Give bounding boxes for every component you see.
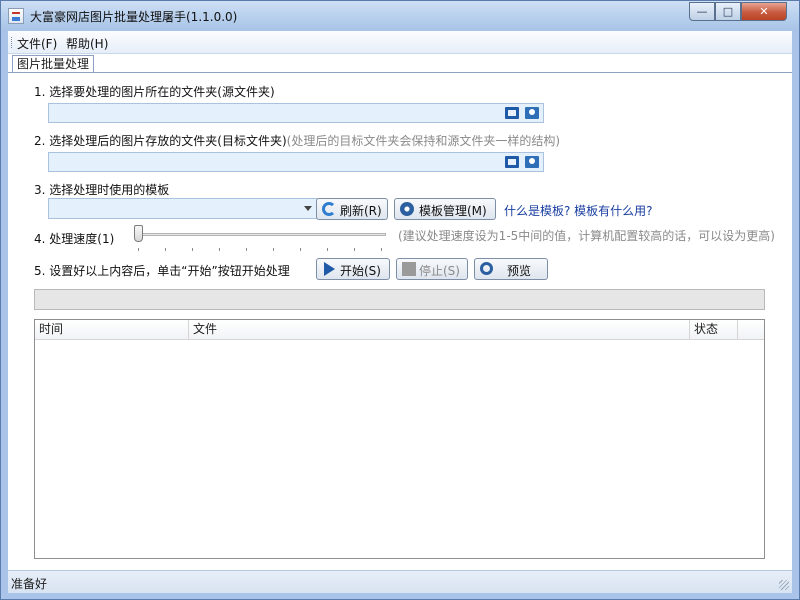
start-button-label: 开始(S) bbox=[340, 264, 381, 278]
step2-title: 2. 选择处理后的图片存放的文件夹(目标文件夹) bbox=[34, 134, 287, 148]
column-header-time[interactable]: 时间 bbox=[35, 320, 189, 339]
app-icon bbox=[8, 8, 24, 24]
magnifier-icon bbox=[480, 262, 493, 275]
chevron-down-icon[interactable] bbox=[304, 206, 312, 211]
column-header-file[interactable]: 文件 bbox=[189, 320, 690, 339]
stop-button[interactable]: 停止(S) bbox=[396, 258, 468, 280]
slider-tick bbox=[300, 248, 301, 251]
status-bar: 准备好 bbox=[8, 570, 792, 593]
step2-hint: (处理后的目标文件夹会保持和源文件夹一样的结构) bbox=[286, 134, 561, 148]
close-button[interactable]: ✕ bbox=[741, 2, 787, 21]
refresh-icon bbox=[322, 202, 336, 216]
menu-help[interactable]: 帮助(H) bbox=[66, 35, 108, 52]
minimize-button[interactable]: — bbox=[689, 2, 715, 21]
source-folder-input[interactable] bbox=[48, 103, 544, 123]
client-area: 文件(F) 帮助(H) 图片批量处理 1. 选择要处理的图片所在的文件夹(源文件… bbox=[8, 31, 792, 593]
preview-button-label: 预览 bbox=[507, 264, 532, 278]
start-button[interactable]: 开始(S) bbox=[316, 258, 390, 280]
target-folder-input[interactable] bbox=[48, 152, 544, 172]
tab-divider bbox=[8, 72, 792, 73]
folder-open-icon[interactable] bbox=[505, 156, 519, 168]
slider-tick bbox=[381, 248, 382, 251]
preview-button[interactable]: 预览 bbox=[474, 258, 548, 280]
progress-bar bbox=[34, 289, 765, 310]
window-title: 大富豪网店图片批量处理屠手(1.1.0.0) bbox=[30, 10, 238, 24]
menu-bar: 文件(F) 帮助(H) bbox=[8, 31, 792, 54]
step2-label: 2. 选择处理后的图片存放的文件夹(目标文件夹)(处理后的目标文件夹会保持和源文… bbox=[34, 132, 560, 149]
folder-browse-icon[interactable] bbox=[525, 156, 539, 168]
refresh-button-label: 刷新(R) bbox=[340, 204, 382, 218]
folder-browse-icon[interactable] bbox=[525, 107, 539, 119]
menu-file[interactable]: 文件(F) bbox=[17, 35, 57, 52]
gear-icon bbox=[400, 202, 414, 216]
speed-slider-track[interactable] bbox=[138, 233, 386, 236]
step4-label: 4. 处理速度(1) bbox=[34, 232, 115, 246]
maximize-button[interactable]: □ bbox=[715, 2, 741, 21]
menu-grip bbox=[11, 37, 14, 48]
log-table[interactable]: 时间 文件 状态 bbox=[34, 319, 765, 559]
folder-open-icon[interactable] bbox=[505, 107, 519, 119]
slider-tick bbox=[273, 248, 274, 251]
slider-tick bbox=[246, 248, 247, 251]
title-bar[interactable]: 大富豪网店图片批量处理屠手(1.1.0.0) — □ ✕ bbox=[1, 1, 799, 31]
step5-label: 5. 设置好以上内容后，单击“开始”按钮开始处理 bbox=[34, 264, 290, 278]
template-help-link[interactable]: 什么是模板? 模板有什么用? bbox=[504, 202, 653, 219]
stop-icon bbox=[402, 262, 416, 276]
speed-slider-thumb[interactable] bbox=[134, 225, 143, 242]
speed-hint: (建议处理速度设为1-5中间的值，计算机配置较高的话，可以设为更高) bbox=[398, 229, 775, 243]
step1-label: 1. 选择要处理的图片所在的文件夹(源文件夹) bbox=[34, 85, 275, 99]
slider-tick bbox=[327, 248, 328, 251]
template-manage-label: 模板管理(M) bbox=[419, 204, 487, 218]
refresh-button[interactable]: 刷新(R) bbox=[316, 198, 388, 220]
slider-tick bbox=[138, 248, 139, 251]
step3-label: 3. 选择处理时使用的模板 bbox=[34, 183, 170, 197]
column-header-status[interactable]: 状态 bbox=[690, 320, 738, 339]
status-text: 准备好 bbox=[11, 577, 48, 591]
stop-button-label: 停止(S) bbox=[419, 264, 460, 278]
template-manage-button[interactable]: 模板管理(M) bbox=[394, 198, 496, 220]
slider-tick bbox=[219, 248, 220, 251]
app-window: 大富豪网店图片批量处理屠手(1.1.0.0) — □ ✕ 文件(F) 帮助(H)… bbox=[0, 0, 800, 600]
play-icon bbox=[324, 262, 335, 276]
table-header: 时间 文件 状态 bbox=[35, 320, 764, 340]
resize-grip-icon[interactable] bbox=[779, 580, 789, 590]
slider-tick bbox=[165, 248, 166, 251]
template-select[interactable] bbox=[48, 198, 318, 219]
tab-batch-process[interactable]: 图片批量处理 bbox=[12, 55, 95, 73]
slider-tick bbox=[192, 248, 193, 251]
slider-tick bbox=[354, 248, 355, 251]
